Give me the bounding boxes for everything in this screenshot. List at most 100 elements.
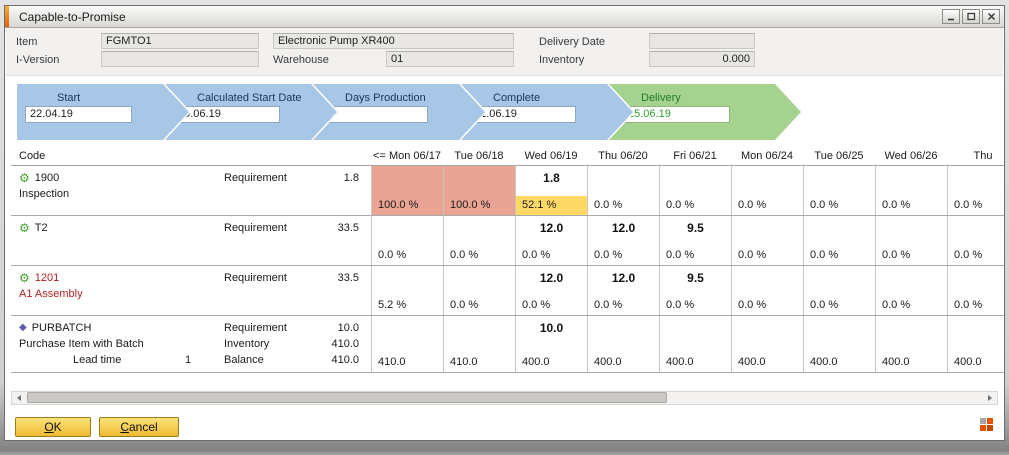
row-measure-label: Requirement <box>216 220 311 236</box>
capacity-cell[interactable]: 12.00.0 % <box>515 266 587 315</box>
capacity-cell[interactable]: 12.00.0 % <box>515 216 587 265</box>
inventory-label: Inventory <box>539 54 584 66</box>
capacity-cell[interactable]: 12.00.0 % <box>587 216 659 265</box>
item-code: T2 <box>35 220 48 236</box>
inventory-field[interactable]: 0.000 <box>649 51 755 67</box>
date-column-header: Tue 06/25 <box>803 148 875 165</box>
capacity-cell[interactable]: 410.0 <box>443 316 515 372</box>
capacity-cell[interactable]: 12.00.0 % <box>587 266 659 315</box>
delivery-date-field[interactable] <box>649 33 755 49</box>
cell-load: 400.0 <box>732 353 803 372</box>
flow-step-calculated-start-date: Calculated Start Date19.06.19 <box>165 84 337 140</box>
cell-load: 0.0 % <box>876 246 947 265</box>
row-measure-value: 33.5 <box>311 270 363 286</box>
table-row[interactable]: ⚙T2Requirement33.50.0 %0.0 %12.00.0 %12.… <box>11 216 1004 266</box>
flow-step-label: Delivery <box>641 92 801 104</box>
cell-load: 0.0 % <box>516 296 587 315</box>
capacity-cell[interactable]: 0.0 % <box>659 166 731 215</box>
close-button[interactable] <box>982 9 1000 24</box>
capacity-cell[interactable]: 0.0 % <box>803 216 875 265</box>
capacity-cell[interactable]: 410.0 <box>371 316 443 372</box>
cell-quantity <box>660 316 731 353</box>
capacity-cell[interactable]: 0.0 % <box>947 166 1004 215</box>
cell-load: 400.0 <box>588 353 659 372</box>
flow-step-value[interactable]: 21.06.19 <box>469 106 576 123</box>
capacity-cell[interactable]: 0.0 % <box>731 266 803 315</box>
table-row[interactable]: ⚙1201A1 AssemblyRequirement33.55.2 %0.0 … <box>11 266 1004 316</box>
capacity-cell[interactable]: 0.0 % <box>731 166 803 215</box>
capacity-cell[interactable]: 0.0 % <box>875 216 947 265</box>
cell-load: 0.0 % <box>804 296 875 315</box>
scroll-left-button[interactable] <box>12 392 26 404</box>
capacity-cell[interactable]: 0.0 % <box>443 216 515 265</box>
cell-quantity <box>732 316 803 353</box>
iversion-label: I-Version <box>16 54 59 66</box>
capacity-cell[interactable]: 100.0 % <box>371 166 443 215</box>
cell-load: 0.0 % <box>948 246 1004 265</box>
maximize-button[interactable] <box>962 9 980 24</box>
capacity-cell[interactable]: 400.0 <box>803 316 875 372</box>
cell-load: 410.0 <box>372 353 443 372</box>
cell-quantity: 12.0 <box>516 266 587 296</box>
capacity-cell[interactable]: 400.0 <box>947 316 1004 372</box>
row-measure-label: Requirement <box>216 270 311 286</box>
form-settings-icon-square <box>980 425 986 431</box>
scroll-right-button[interactable] <box>983 392 997 404</box>
capacity-table: Code<= Mon 06/17Tue 06/18Wed 06/19Thu 06… <box>11 148 1004 373</box>
maximize-icon <box>967 9 976 24</box>
capacity-cell[interactable]: 400.0 <box>731 316 803 372</box>
cell-quantity <box>948 166 1004 196</box>
cell-load: 0.0 % <box>660 246 731 265</box>
capacity-cell[interactable]: 100.0 % <box>443 166 515 215</box>
capacity-cell[interactable]: 400.0 <box>587 316 659 372</box>
capacity-cell[interactable]: 0.0 % <box>587 166 659 215</box>
close-icon <box>987 9 996 24</box>
flow-step-value[interactable]: 25.06.19 <box>623 106 730 123</box>
capacity-cell[interactable]: 400.0 <box>659 316 731 372</box>
capacity-cell[interactable]: 0.0 % <box>803 266 875 315</box>
minimize-button[interactable] <box>942 9 960 24</box>
capacity-cell[interactable]: 10.0400.0 <box>515 316 587 372</box>
flow-step-days-production: Days Production2 <box>313 84 485 140</box>
flow-step-delivery: Delivery 25.06.19 <box>609 84 801 140</box>
item-code-field[interactable]: FGMTO1 <box>101 33 259 49</box>
table-row[interactable]: ⚙1900InspectionRequirement1.8100.0 %100.… <box>11 166 1004 216</box>
process-flow: Start22.04.19Calculated Start Date19.06.… <box>5 80 1004 144</box>
capacity-cell[interactable]: 0.0 % <box>371 216 443 265</box>
capacity-cell[interactable]: 0.0 % <box>875 166 947 215</box>
capacity-cell[interactable]: 5.2 % <box>371 266 443 315</box>
flow-step-value[interactable]: 19.06.19 <box>173 106 280 123</box>
iversion-field[interactable] <box>101 51 259 67</box>
ok-button[interactable]: OK <box>15 417 91 437</box>
flow-step-value[interactable]: 22.04.19 <box>25 106 132 123</box>
item-name-field[interactable]: Electronic Pump XR400 <box>273 33 514 49</box>
title-bar[interactable]: Capable-to-Promise <box>5 6 1004 28</box>
capacity-cell[interactable]: 0.0 % <box>803 166 875 215</box>
horizontal-scrollbar[interactable] <box>11 391 998 405</box>
capacity-cell[interactable]: 0.0 % <box>947 216 1004 265</box>
flow-step-value[interactable]: 2 <box>321 106 428 123</box>
capacity-cell[interactable]: 0.0 % <box>947 266 1004 315</box>
capacity-cell[interactable]: 9.50.0 % <box>659 216 731 265</box>
capacity-cell[interactable]: 400.0 <box>875 316 947 372</box>
warehouse-field[interactable]: 01 <box>386 51 514 67</box>
capacity-cell[interactable]: 0.0 % <box>731 216 803 265</box>
cell-quantity <box>876 166 947 196</box>
cancel-button[interactable]: Cancel <box>99 417 179 437</box>
date-column-header: Fri 06/21 <box>659 148 731 165</box>
item-code: PURBATCH <box>32 320 92 336</box>
capacity-cell[interactable]: 9.50.0 % <box>659 266 731 315</box>
cell-load: 0.0 % <box>588 196 659 215</box>
scrollbar-thumb[interactable] <box>27 392 667 403</box>
capacity-cell[interactable]: 0.0 % <box>875 266 947 315</box>
capacity-cell[interactable]: 0.0 % <box>443 266 515 315</box>
flow-step-complete: Complete21.06.19 <box>461 84 633 140</box>
table-row[interactable]: ◆PURBATCHPurchase Item with BatchLead ti… <box>11 316 1004 373</box>
form-settings-icon[interactable] <box>980 418 994 432</box>
cell-quantity <box>876 216 947 246</box>
capacity-cell[interactable]: 1.852.1 % <box>515 166 587 215</box>
production-order-icon: ⚙ <box>19 172 30 184</box>
cell-quantity <box>876 316 947 353</box>
cell-load: 0.0 % <box>444 296 515 315</box>
cell-load: 0.0 % <box>876 296 947 315</box>
